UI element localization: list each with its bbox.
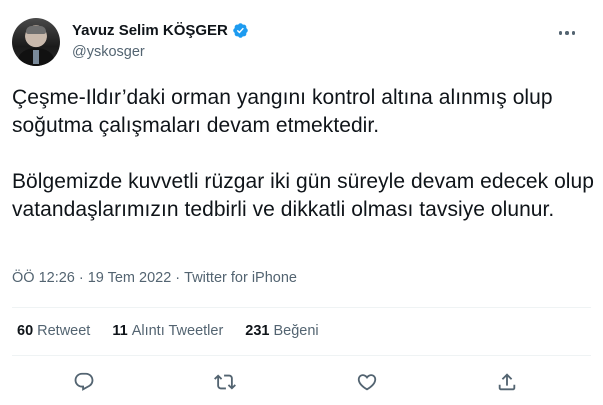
avatar[interactable]: [12, 18, 60, 66]
divider: [12, 355, 591, 356]
tweet-text: Çeşme-Ildır’daki orman yangını kontrol a…: [12, 84, 597, 224]
tweet-stats: 60 Retweet 11 Alıntı Tweetler 231 Beğeni: [17, 323, 319, 339]
author-name-row[interactable]: Yavuz Selim KÖŞGER: [72, 22, 249, 39]
more-dot: [571, 31, 576, 35]
like-button[interactable]: [353, 368, 381, 396]
tweet-date[interactable]: 19 Tem 2022: [88, 270, 172, 286]
more-options-icon[interactable]: [556, 26, 578, 40]
likes-count: 231: [245, 323, 270, 339]
avatar-tie: [33, 50, 39, 64]
quotes-stat[interactable]: 11 Alıntı Tweetler: [112, 323, 223, 339]
verified-badge-icon: [232, 22, 249, 39]
meta-separator: ·: [175, 270, 181, 286]
tweet-meta: ÖÖ 12:26 · 19 Tem 2022 · Twitter for iPh…: [12, 270, 297, 286]
author-handle[interactable]: @yskosger: [72, 44, 145, 60]
reply-button[interactable]: [70, 368, 98, 396]
meta-separator: ·: [78, 270, 84, 286]
tweet-paragraph: Çeşme-Ildır’daki orman yangını kontrol a…: [12, 86, 553, 137]
likes-label: Beğeni: [273, 323, 319, 339]
heart-icon: [357, 374, 377, 391]
tweet-paragraph: Bölgemizde kuvvetli rüzgar iki gün sürey…: [12, 170, 594, 221]
more-dot: [565, 31, 569, 35]
tweet-time[interactable]: ÖÖ 12:26: [12, 270, 75, 286]
divider: [12, 307, 591, 308]
tweet-card: Yavuz Selim KÖŞGER @yskosger Çeşme-Ildır…: [0, 0, 603, 405]
tweet-source: Twitter for iPhone: [184, 270, 297, 286]
share-icon: [498, 373, 516, 391]
reply-icon: [74, 372, 94, 391]
avatar-hair: [26, 26, 46, 34]
quotes-label: Alıntı Tweetler: [131, 323, 224, 339]
retweet-icon: [214, 374, 236, 390]
action-bar: [0, 368, 603, 396]
retweets-label: Retweet: [37, 323, 91, 339]
more-dot: [558, 31, 563, 35]
likes-stat[interactable]: 231 Beğeni: [245, 323, 318, 339]
retweets-stat[interactable]: 60 Retweet: [17, 323, 90, 339]
retweets-count: 60: [17, 323, 34, 339]
author-name[interactable]: Yavuz Selim KÖŞGER: [72, 22, 228, 39]
share-button[interactable]: [493, 368, 521, 396]
quotes-count: 11: [112, 323, 128, 339]
retweet-button[interactable]: [211, 368, 239, 396]
